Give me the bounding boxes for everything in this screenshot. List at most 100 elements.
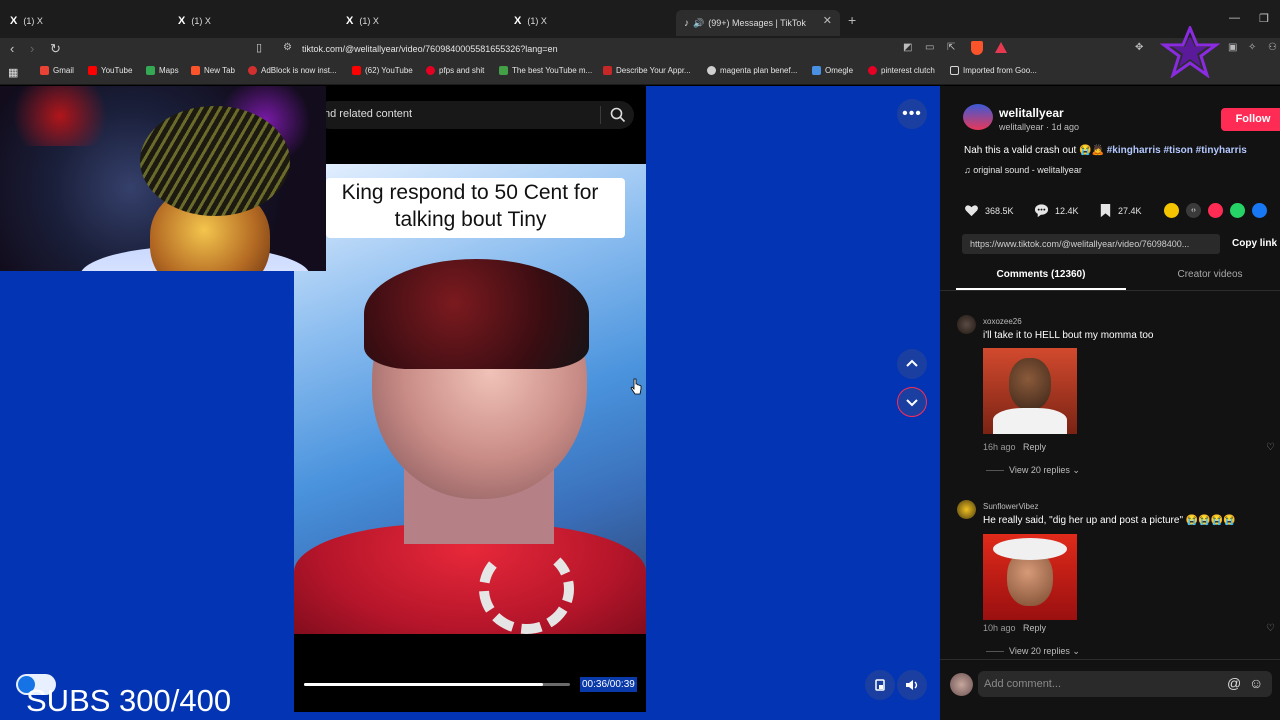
browser-tab[interactable]: X (1) X: [178, 10, 338, 32]
wallet-icon[interactable]: ▣: [1228, 42, 1237, 53]
minimize-icon[interactable]: —: [1229, 12, 1240, 24]
share-link-field[interactable]: https://www.tiktok.com/@welitallyear/vid…: [962, 234, 1220, 254]
leaf-icon: [499, 66, 508, 75]
author-name[interactable]: welitallyear: [999, 106, 1064, 120]
back-icon[interactable]: ‹: [10, 41, 14, 56]
facebook-icon[interactable]: [1252, 203, 1267, 218]
view-replies-button[interactable]: View 20 replies ⌄: [1009, 465, 1080, 476]
apps-icon[interactable]: ▦: [8, 66, 18, 79]
save-button[interactable]: 27.4K: [1099, 203, 1142, 218]
repost-icon[interactable]: [1164, 203, 1179, 218]
cast-icon[interactable]: ▭: [925, 42, 934, 53]
volume-button[interactable]: [897, 670, 927, 700]
forward-icon[interactable]: ›: [30, 41, 34, 56]
browser-tab-bar: X (1) X X (1) X X (1) X X (1) X ♪ 🔊 (99+…: [0, 0, 1280, 38]
search-input[interactable]: nd related content: [324, 108, 412, 120]
sound-link[interactable]: ♫ original sound - welitallyear: [964, 165, 1082, 175]
browser-tab-active[interactable]: ♪ 🔊 (99+) Messages | TikTok ✕: [676, 10, 840, 36]
heart-icon: [965, 205, 978, 217]
video-progress-fill: [304, 683, 544, 686]
mention-icon[interactable]: @: [1227, 675, 1241, 691]
bookmark-maps[interactable]: Maps: [146, 66, 179, 75]
comment-gif[interactable]: [983, 348, 1077, 434]
url-field[interactable]: tiktok.com/@welitallyear/video/760984000…: [270, 40, 1030, 58]
bookmark-icon[interactable]: ▯: [256, 41, 262, 54]
brave-shields-icon[interactable]: [971, 41, 983, 55]
close-tab-icon[interactable]: ✕: [823, 14, 832, 27]
search-divider: [600, 106, 601, 124]
reply-button[interactable]: Reply: [1023, 442, 1046, 452]
comment-like-icon[interactable]: ♡: [1266, 623, 1275, 634]
bookmark-label: Gmail: [53, 66, 74, 75]
tab-title: (1) X: [23, 16, 43, 26]
browser-tab[interactable]: X (1) X: [10, 10, 170, 32]
embed-icon[interactable]: ‹›: [1186, 203, 1201, 218]
send-icon[interactable]: [1208, 203, 1223, 218]
comment-avatar[interactable]: [957, 315, 976, 334]
browser-tab[interactable]: X (1) X: [514, 10, 674, 32]
bookmark-omegle[interactable]: Omegle: [812, 66, 853, 75]
bookmark-youtube[interactable]: YouTube: [88, 66, 132, 75]
chevron-down-icon: [906, 399, 918, 407]
description-hashtags[interactable]: #kingharris #tison #tinyharris: [1107, 145, 1247, 156]
bookmark-youtube-62[interactable]: (62) YouTube: [352, 66, 413, 75]
share-icon[interactable]: ⇱: [947, 42, 955, 53]
comment-username[interactable]: xoxozee26: [983, 317, 1022, 326]
next-video-button[interactable]: [897, 387, 927, 417]
bookmark-imported[interactable]: Imported from Goo...: [950, 66, 1037, 75]
floating-player-button[interactable]: [865, 670, 895, 700]
bookmark-label: New Tab: [204, 66, 235, 75]
bookmark-new-tab[interactable]: New Tab: [191, 66, 235, 75]
maps-icon: [146, 66, 155, 75]
restore-icon[interactable]: ❐: [1259, 12, 1269, 25]
bookmark-adblock[interactable]: AdBlock is now inst...: [248, 66, 337, 75]
browser-tab[interactable]: X (1) X: [346, 10, 506, 32]
search-icon[interactable]: [609, 106, 627, 124]
tab-creator-videos[interactable]: Creator videos: [1135, 269, 1280, 280]
reload-icon[interactable]: ↻: [50, 41, 61, 57]
webcam-content: [0, 86, 120, 146]
author-avatar[interactable]: [963, 104, 993, 130]
subs-counter: SUBS 300/400: [26, 683, 232, 718]
reader-icon[interactable]: ◩: [903, 42, 912, 53]
new-tab-button[interactable]: +: [848, 12, 856, 28]
profile-icon[interactable]: ⚇: [1268, 42, 1277, 53]
bookmark-describe[interactable]: Describe Your Appr...: [603, 66, 691, 75]
bookmarks-bar: ▦ Gmail YouTube Maps New Tab AdBlock is …: [0, 60, 1280, 85]
extensions-icon[interactable]: ✥: [1135, 42, 1143, 53]
comment-icon: [1034, 204, 1049, 218]
music-note-icon: ♫: [964, 165, 974, 175]
comment-like-icon[interactable]: ♡: [1266, 442, 1275, 453]
comment-gif[interactable]: [983, 534, 1077, 620]
comment-avatar[interactable]: [957, 500, 976, 519]
follow-button[interactable]: Follow: [1221, 108, 1280, 131]
bookmark-pinterest-clutch[interactable]: pinterest clutch: [868, 66, 935, 75]
bookmark-icon: [1100, 203, 1111, 218]
bookmark-label: The best YouTube m...: [512, 66, 593, 75]
leo-icon[interactable]: ✧: [1248, 42, 1256, 53]
tab-title: (1) X: [527, 16, 547, 26]
copy-link-button[interactable]: Copy link: [1232, 238, 1277, 249]
view-replies-button[interactable]: View 20 replies ⌄: [1009, 646, 1080, 657]
brave-icon: [191, 66, 200, 75]
brave-rewards-icon[interactable]: [995, 42, 1007, 53]
previous-video-button[interactable]: [897, 349, 927, 379]
comment-username[interactable]: SunflowerVibez: [983, 502, 1038, 511]
reply-button[interactable]: Reply: [1023, 623, 1046, 633]
gif-content: [993, 408, 1067, 434]
bookmark-pfps[interactable]: pfps and shit: [426, 66, 484, 75]
emoji-icon[interactable]: ☺: [1249, 675, 1263, 691]
like-button[interactable]: 368.5K: [964, 203, 1014, 218]
bookmark-label: Imported from Goo...: [963, 66, 1037, 75]
bookmark-magenta[interactable]: magenta plan benef...: [707, 66, 797, 75]
x-logo-icon: X: [10, 15, 18, 27]
comment-count-button[interactable]: 12.4K: [1034, 203, 1079, 218]
more-options-button[interactable]: •••: [897, 99, 927, 129]
comment-time: 10h ago: [983, 623, 1016, 633]
whatsapp-icon[interactable]: [1230, 203, 1245, 218]
bookmark-gmail[interactable]: Gmail: [40, 66, 74, 75]
bookmark-best-youtube[interactable]: The best YouTube m...: [499, 66, 592, 75]
my-avatar: [950, 673, 973, 696]
tab-comments[interactable]: Comments (12360): [956, 269, 1126, 280]
star-logo-icon: [1160, 26, 1220, 78]
